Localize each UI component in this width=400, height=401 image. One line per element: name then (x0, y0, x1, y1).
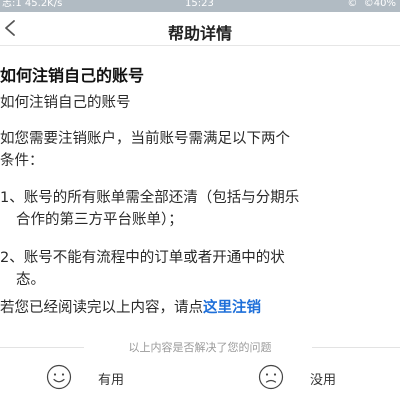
not-helpful-label: 没用 (310, 373, 337, 388)
navigation-bar: 帮助详情 (0, 12, 400, 46)
frown-face-icon (258, 364, 284, 390)
article-paragraph: 条件： (0, 153, 44, 169)
status-network: 志:1 45.2K/s (2, 0, 63, 9)
cancel-account-link[interactable]: 这里注销 (203, 300, 261, 316)
helpful-label: 有用 (98, 373, 125, 388)
condition-item-1-continued: 合作的第三方平台账单）； (16, 212, 183, 228)
confirm-paragraph: 若您已经阅读完以上内容，请点这里注销 (0, 296, 261, 320)
article-paragraph: 如您需要注销账户，当前账号需满足以下两个 (0, 131, 290, 147)
feedback-divider: 以上内容是否解决了您的问题 (0, 337, 400, 357)
condition-item-2: 2、账号不能有流程中的订单或者开通中的状 (0, 250, 285, 266)
condition-item-1: 1、账号的所有账单需全部还清（包括与分期乐 (0, 190, 300, 206)
article-heading: 如何注销自己的账号 (0, 66, 145, 85)
article-paragraph: 如何注销自己的账号 (0, 95, 131, 111)
status-time: 15:23 (185, 0, 214, 9)
smile-face-icon (46, 364, 72, 390)
status-bar: 志:1 45.2K/s 15:23 © ©40% (0, 0, 400, 12)
status-battery: © ©40% (347, 0, 396, 9)
divider-line (312, 347, 400, 348)
condition-item-2-continued: 态。 (16, 272, 45, 288)
page-title: 帮助详情 (167, 24, 232, 43)
confirm-text: 若您已经阅读完以上内容，请点 (0, 300, 203, 316)
